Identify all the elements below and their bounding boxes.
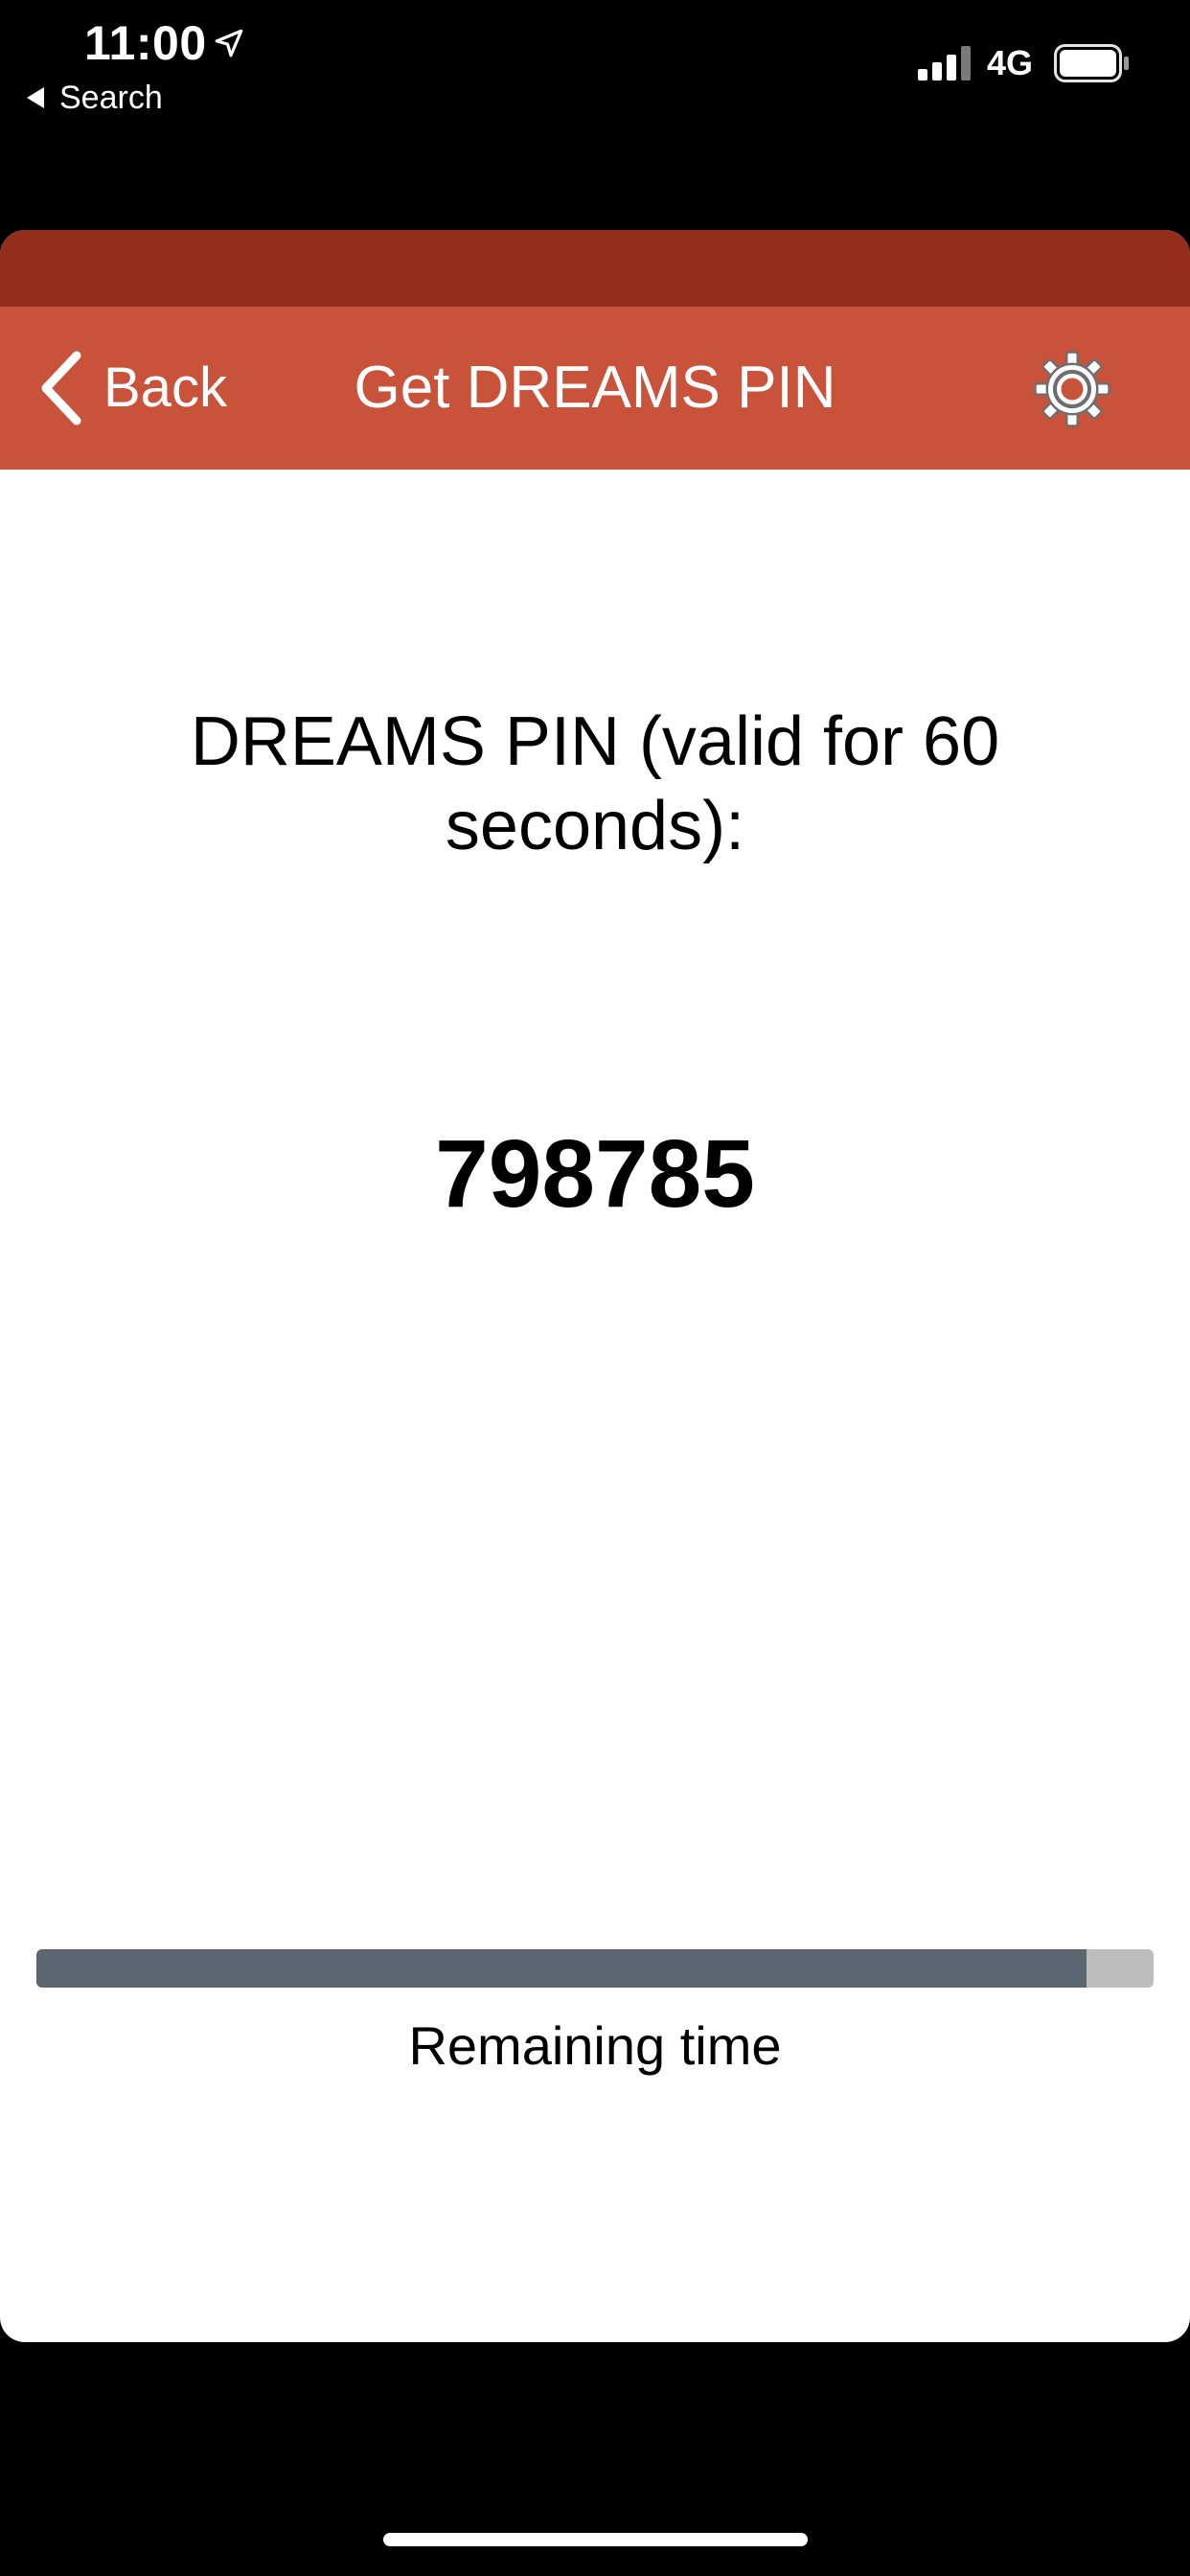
back-to-search-label: Search xyxy=(59,79,163,116)
battery-icon xyxy=(1054,44,1129,82)
remaining-time-label: Remaining time xyxy=(408,2015,782,2076)
header-top-strip xyxy=(0,230,1190,307)
pin-content: DREAMS PIN (valid for 60 seconds): 79878… xyxy=(0,470,1190,2342)
cellular-signal-icon xyxy=(918,46,971,80)
navigation-bar: Back Get DREAMS PIN xyxy=(0,307,1190,470)
pin-value: 798785 xyxy=(435,1120,755,1228)
app-card: Back Get DREAMS PIN DREAMS PIN (valid fo… xyxy=(0,230,1190,2342)
remaining-time-progress-bar xyxy=(36,1949,1154,1988)
phone-screen: 11:00 Search 4G Back Get DREAMS PIN DREA… xyxy=(0,0,1190,2576)
network-type-label: 4G xyxy=(987,43,1034,82)
page-title: Get DREAMS PIN xyxy=(354,355,836,421)
back-to-search-link[interactable]: Search xyxy=(27,77,163,119)
back-button-label: Back xyxy=(103,356,227,419)
back-triangle-icon xyxy=(27,87,44,108)
back-button[interactable]: Back xyxy=(38,307,227,470)
pin-label: DREAMS PIN (valid for 60 seconds): xyxy=(190,703,1000,864)
home-indicator[interactable] xyxy=(383,2533,808,2546)
location-arrow-icon xyxy=(215,29,243,58)
gear-icon[interactable] xyxy=(1033,350,1111,428)
remaining-time-progress-fill xyxy=(36,1949,1087,1988)
chevron-left-icon xyxy=(41,351,81,426)
status-time: 11:00 xyxy=(84,16,207,70)
status-bar: 11:00 Search 4G xyxy=(0,0,1190,125)
